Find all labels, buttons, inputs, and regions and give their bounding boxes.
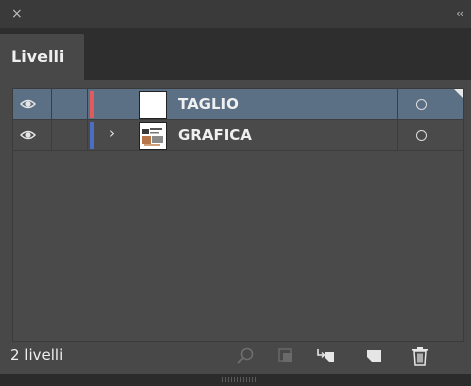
resize-bar[interactable] [0,374,471,386]
panel-footer: 2 livelli [0,340,471,374]
chevron-right-icon[interactable]: › [109,124,115,142]
target-circle-icon[interactable] [416,130,427,141]
layers-panel: TAGLIO › GRAFICA 2 livelli [0,80,471,374]
tab-livelli[interactable]: Livelli [0,34,84,80]
artwork-thumbnail-icon [140,123,166,149]
column-divider [87,120,88,150]
eye-icon[interactable] [20,96,36,112]
layer-row-taglio[interactable]: TAGLIO [13,89,463,120]
target-circle-icon[interactable] [416,99,427,110]
layer-row-grafica[interactable]: › GRAFICA [13,120,463,151]
trash-icon[interactable] [410,346,430,366]
resize-grip-icon[interactable] [222,377,256,382]
layer-color-bar [90,91,94,118]
column-divider [51,89,52,119]
layer-name[interactable]: TAGLIO [178,95,239,113]
tab-label: Livelli [11,47,65,66]
clipping-mask-icon[interactable] [276,346,296,366]
layer-name[interactable]: GRAFICA [178,126,252,144]
new-sublayer-icon[interactable] [316,346,336,366]
layer-color-bar [90,122,94,149]
panel-titlebar: × ‹‹ [0,0,471,28]
layers-list: TAGLIO › GRAFICA [12,88,464,342]
layer-thumbnail[interactable] [139,91,167,119]
close-icon[interactable]: × [11,6,23,22]
column-divider [51,120,52,150]
search-icon[interactable] [236,346,256,366]
selection-corner-indicator [454,89,463,98]
column-divider [397,89,398,119]
new-layer-icon[interactable] [364,346,384,366]
column-divider [87,89,88,119]
eye-icon[interactable] [20,127,36,143]
layer-count: 2 livelli [10,346,64,364]
layer-thumbnail[interactable] [139,122,167,150]
tab-bar: Livelli [0,28,471,90]
column-divider [397,120,398,150]
collapse-panel-icon[interactable]: ‹‹ [456,7,464,20]
